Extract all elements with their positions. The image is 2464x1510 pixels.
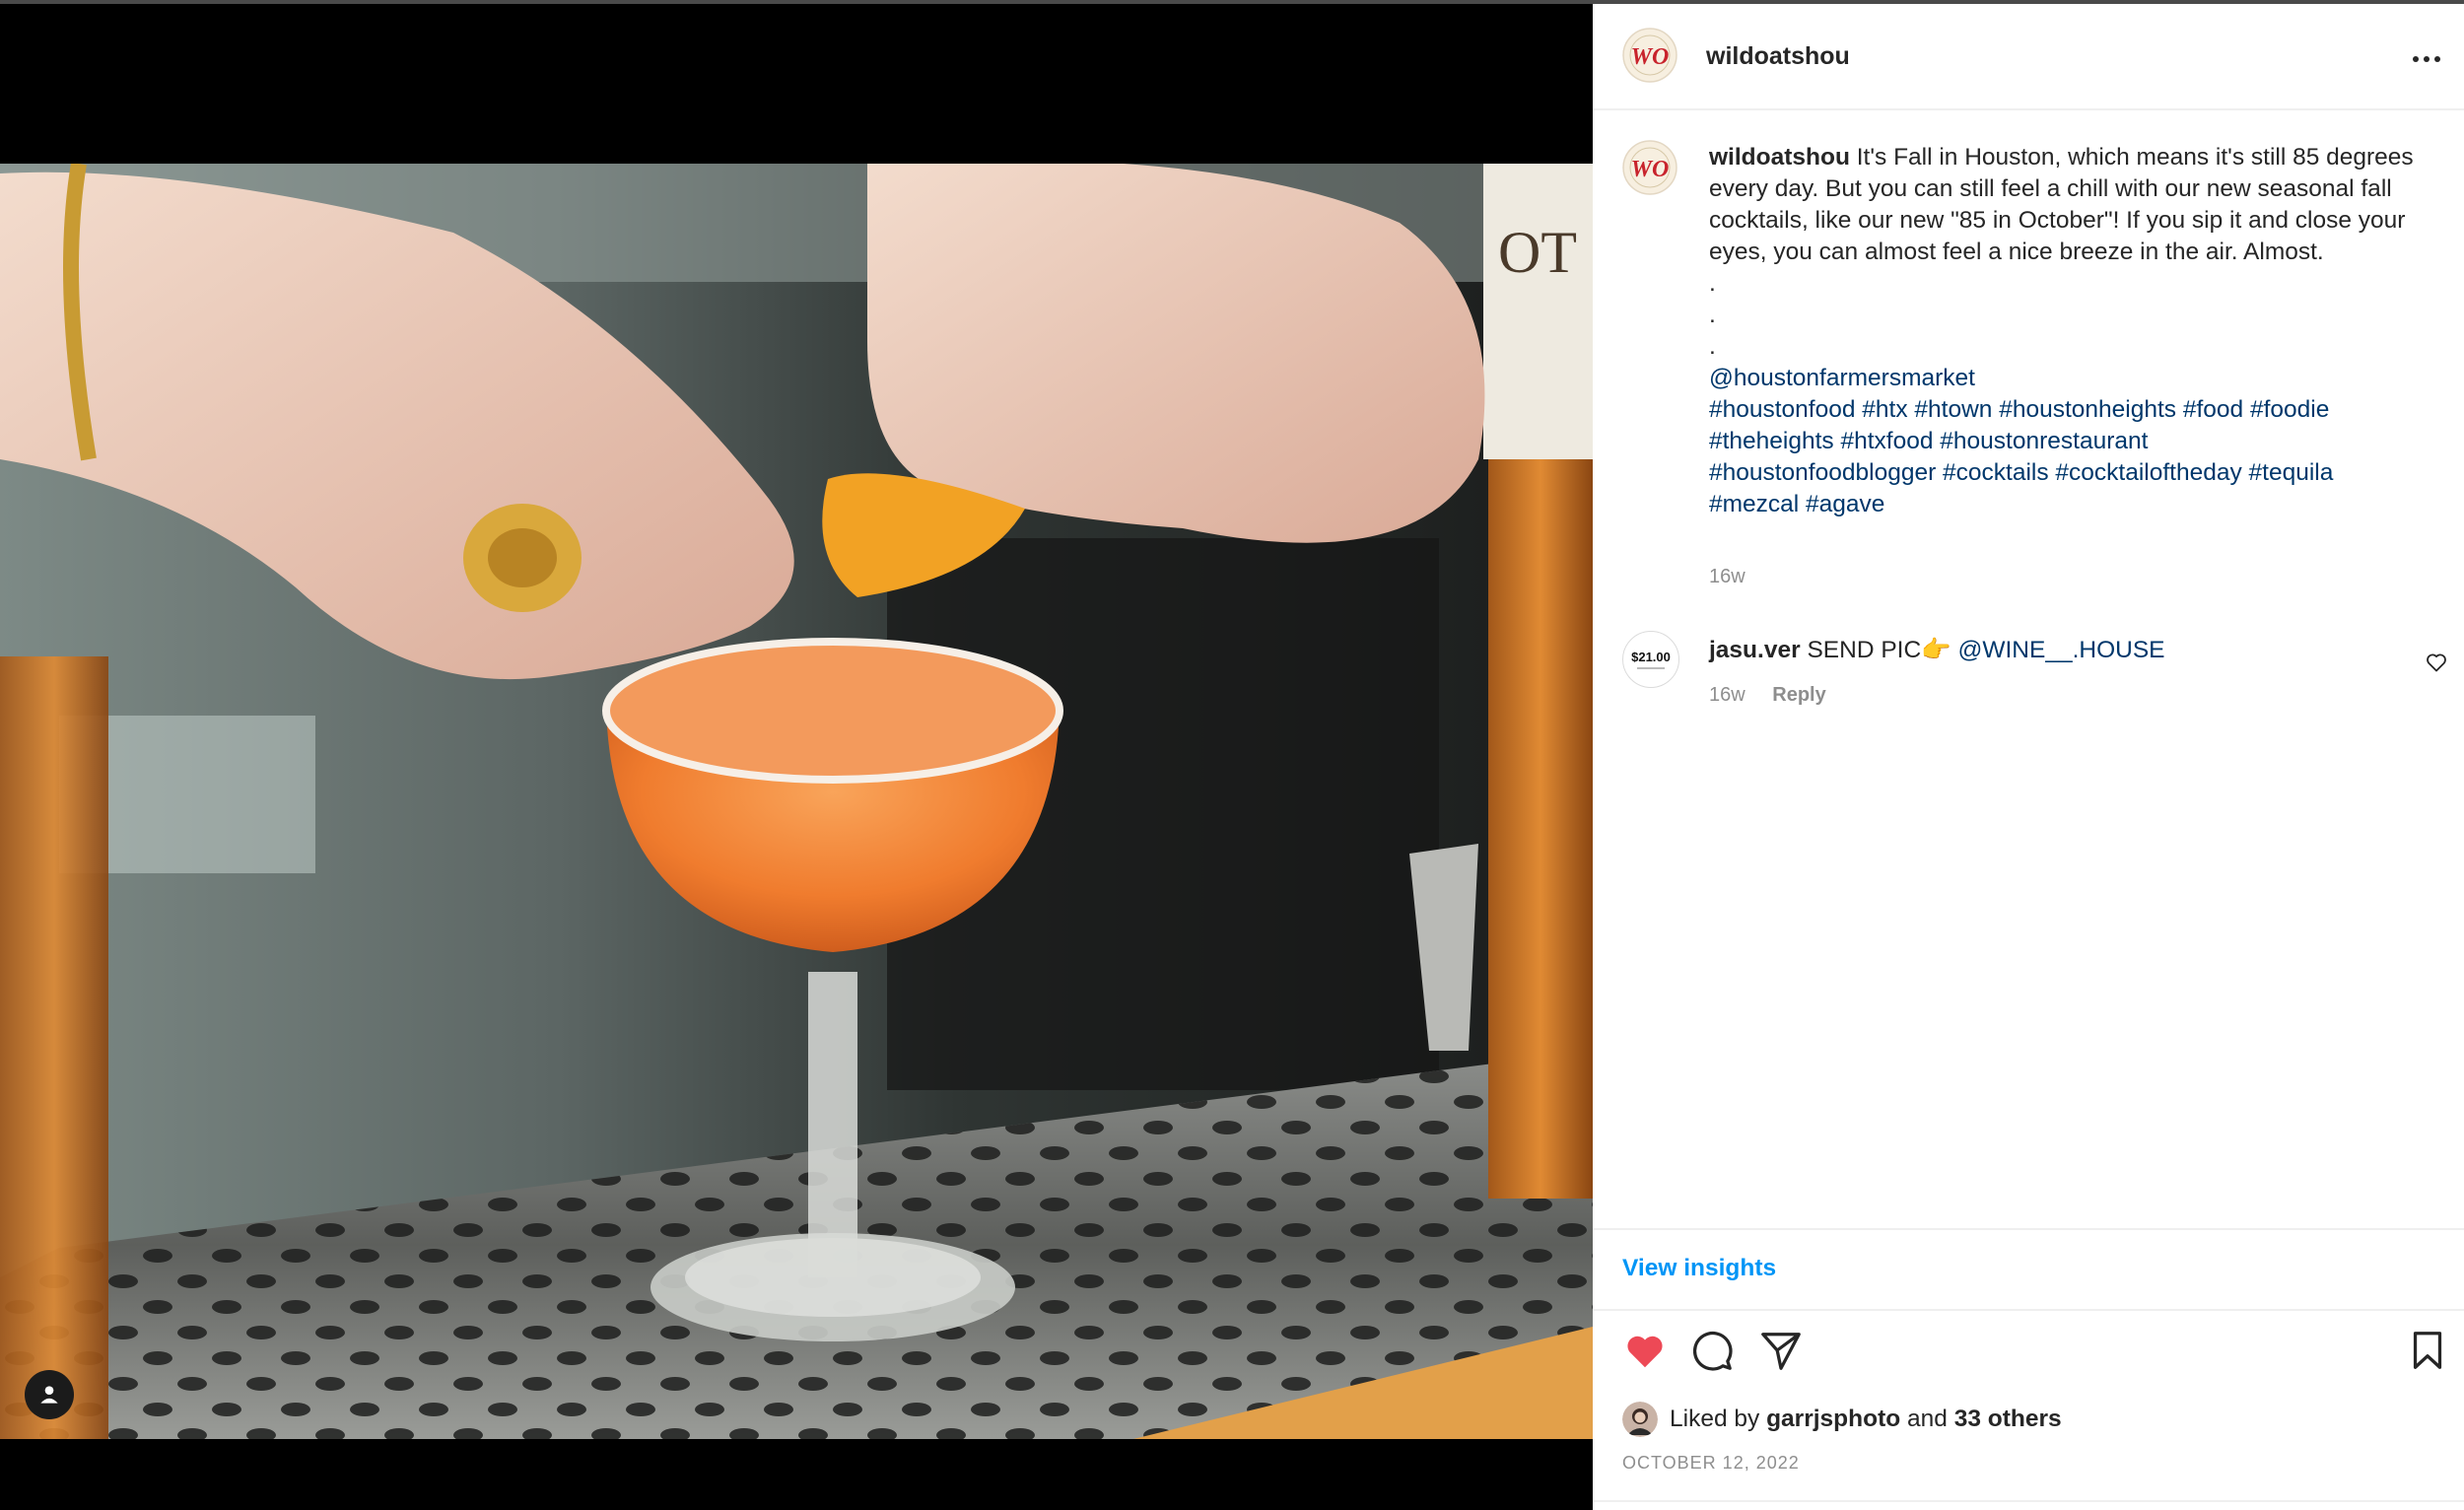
comment-mention-link[interactable]: @WINE__.HOUSE — [1957, 637, 2164, 663]
divider — [1593, 1500, 2464, 1502]
profile-avatar[interactable]: WO — [1622, 28, 1677, 83]
avatar-decoration — [1637, 666, 1665, 669]
caption-avatar[interactable]: WO — [1622, 140, 1677, 195]
more-dot-icon — [2424, 56, 2430, 62]
commenter-avatar[interactable]: $21.00 — [1622, 631, 1679, 688]
comment-text: SEND PIC👉 — [1807, 637, 1951, 663]
tagged-users-button[interactable] — [25, 1370, 74, 1419]
more-dot-icon — [2434, 56, 2440, 62]
liker-avatar[interactable] — [1622, 1402, 1658, 1437]
comment-meta: 16w Reply — [1709, 684, 1826, 707]
comment-timestamp[interactable]: 16w — [1709, 684, 1745, 706]
post-date[interactable]: OCTOBER 12, 2022 — [1622, 1453, 1800, 1474]
caption-dot-line: . — [1709, 302, 1716, 328]
share-icon[interactable] — [1758, 1328, 1804, 1373]
caption-dot-line: . — [1709, 333, 1716, 360]
svg-text:WO: WO — [1631, 44, 1670, 70]
svg-text:WO: WO — [1631, 157, 1670, 182]
more-options-button[interactable] — [2407, 39, 2446, 79]
view-insights-link[interactable]: View insights — [1622, 1255, 1776, 1282]
post-details-pane: WO wildoatshou WO wildoatshou It's Fall … — [1593, 4, 2464, 1510]
person-icon — [40, 1386, 58, 1404]
insights-bar: View insights — [1593, 1228, 2464, 1311]
svg-text:OT: OT — [1498, 220, 1577, 285]
likes-conjunction: and — [1907, 1406, 1948, 1432]
likes-summary: Liked by garrjsphoto and 33 others — [1622, 1402, 2062, 1437]
likes-text: Liked by garrjsphoto and 33 others — [1670, 1406, 2062, 1433]
caption-hashtags-line[interactable]: #theheights #htxfood #houstonrestaurant — [1709, 426, 2438, 457]
comment-icon[interactable] — [1689, 1328, 1735, 1373]
comment-body: jasu.ver SEND PIC👉 @WINE__.HOUSE — [1709, 635, 2165, 666]
liked-by-prefix: Liked by — [1670, 1406, 1760, 1432]
caption-hashtags-line[interactable]: #mezcal #agave — [1709, 489, 2438, 520]
comment-like-heart-icon[interactable] — [2425, 651, 2448, 674]
caption-mention-link[interactable]: @houstonfarmersmarket — [1709, 363, 2438, 394]
post-caption: wildoatshou It's Fall in Houston, which … — [1709, 142, 2438, 520]
post-media: OT — [0, 4, 1593, 1510]
reply-button[interactable]: Reply — [1772, 684, 1825, 706]
person-photo-icon — [1622, 1402, 1658, 1437]
bookmark-icon[interactable] — [2405, 1328, 2450, 1373]
post-photo: OT — [0, 164, 1593, 1439]
heart-filled-icon[interactable] — [1622, 1328, 1668, 1373]
commenter-avatar-text: $21.00 — [1631, 649, 1671, 664]
caption-dot-line: . — [1709, 270, 1716, 297]
commenter-username[interactable]: jasu.ver — [1709, 637, 1801, 663]
header-username[interactable]: wildoatshou — [1706, 42, 1850, 71]
caption-username[interactable]: wildoatshou — [1709, 144, 1850, 171]
brand-logo-icon: WO — [1622, 28, 1677, 83]
caption-hashtags-line[interactable]: #houstonfoodblogger #cocktails #cocktail… — [1709, 457, 2438, 489]
post-header: WO wildoatshou — [1593, 4, 2464, 110]
caption-hashtags-line[interactable]: #houstonfood #htx #htown #houstonheights… — [1709, 394, 2438, 426]
liker-username[interactable]: garrjsphoto — [1766, 1406, 1900, 1432]
brand-logo-icon: WO — [1622, 140, 1677, 195]
likes-others-link[interactable]: 33 others — [1954, 1406, 2062, 1432]
more-dot-icon — [2413, 56, 2419, 62]
caption-timestamp[interactable]: 16w — [1709, 566, 1745, 588]
